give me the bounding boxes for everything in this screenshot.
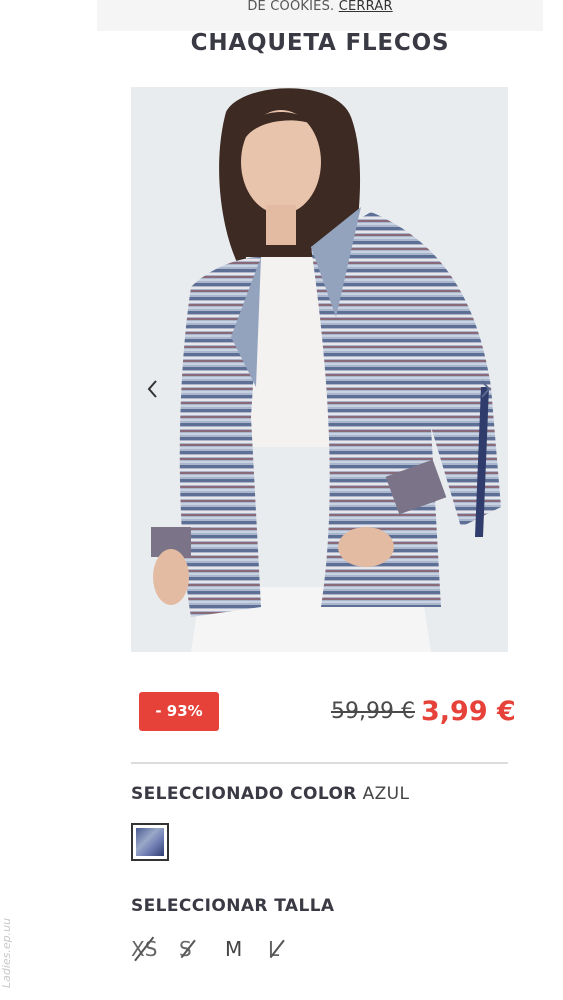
size-option-xs[interactable]: XS xyxy=(131,934,157,964)
color-label: SELECCIONADO COLOR xyxy=(131,784,357,804)
size-label: M xyxy=(225,937,243,961)
cookie-banner-text: DE COOKIES. xyxy=(247,0,335,14)
color-heading: SELECCIONADO COLOR AZUL xyxy=(131,784,409,804)
size-option-s[interactable]: S xyxy=(179,934,196,964)
divider xyxy=(131,762,508,764)
size-option-l[interactable]: L xyxy=(268,934,285,964)
watermark-text: Ladies.ep.uu xyxy=(0,917,13,988)
swatch-fill xyxy=(136,828,164,856)
original-price: 59,99 € xyxy=(331,699,415,724)
discount-badge: - 93% xyxy=(139,692,219,731)
chevron-right-icon xyxy=(481,380,491,398)
gallery-next-arrow[interactable] xyxy=(474,376,496,402)
product-photo xyxy=(131,87,508,652)
product-title: CHAQUETA FLECOS xyxy=(190,30,450,56)
product-image-gallery[interactable] xyxy=(131,87,508,652)
cookie-banner: DE COOKIES. CERRAR xyxy=(97,0,543,31)
sale-price: 3,99 € xyxy=(421,696,516,727)
chevron-left-icon xyxy=(147,380,157,398)
gallery-prev-arrow[interactable] xyxy=(142,376,164,402)
size-heading: SELECCIONAR TALLA xyxy=(131,896,335,916)
size-option-m[interactable]: M xyxy=(225,934,242,964)
color-value: AZUL xyxy=(362,784,410,804)
color-swatch-azul[interactable] xyxy=(131,823,169,861)
cookie-close-link[interactable]: CERRAR xyxy=(339,0,393,14)
